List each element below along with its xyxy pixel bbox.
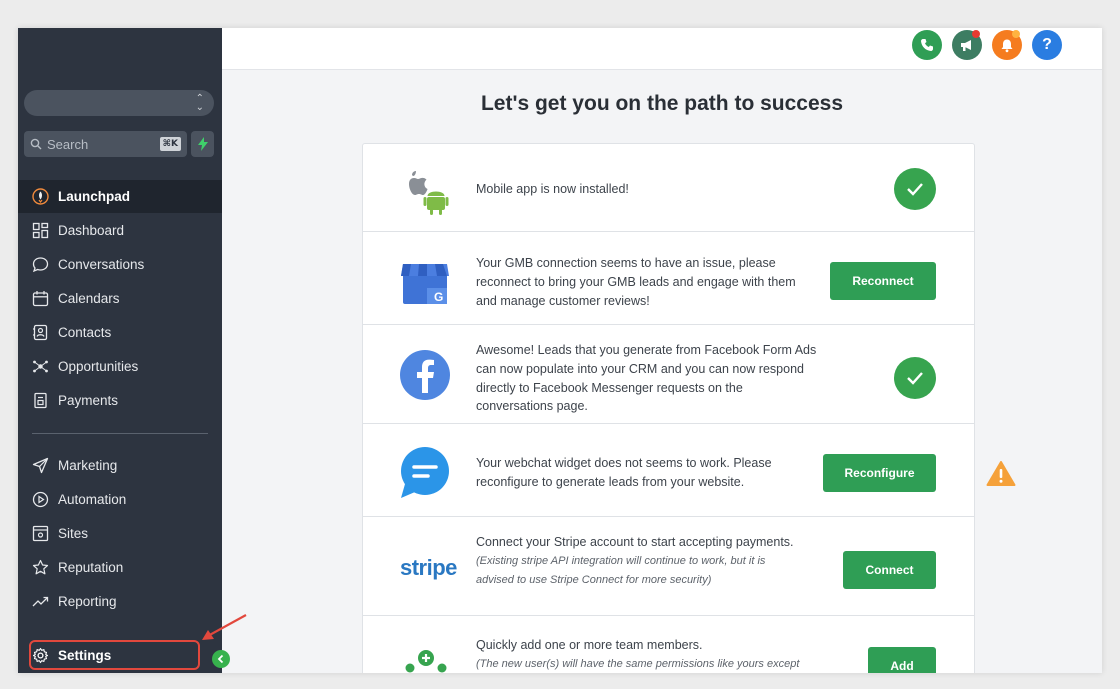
- sidebar-item-label: Opportunities: [58, 359, 139, 374]
- checklist-item-main-text: Quickly add one or more team members.: [476, 638, 703, 652]
- team-members-icon: [405, 650, 447, 673]
- sidebar-item-reporting[interactable]: Reporting: [18, 585, 222, 618]
- dashboard-icon: [32, 222, 49, 239]
- sidebar-item-payments[interactable]: Payments: [18, 384, 222, 417]
- sidebar-item-label: Launchpad: [58, 189, 131, 204]
- page-title: Let's get you on the path to success: [480, 92, 844, 115]
- notification-dot: [1012, 30, 1020, 38]
- phone-icon: [921, 39, 933, 51]
- announcements-button[interactable]: [952, 30, 982, 60]
- chevron-left-icon: [217, 654, 224, 664]
- calendar-icon: [32, 291, 49, 307]
- send-icon: [32, 457, 49, 474]
- sidebar-item-label: Payments: [58, 393, 119, 408]
- sidebar-collapse-button[interactable]: [212, 650, 230, 668]
- reconfigure-button[interactable]: Reconfigure: [823, 454, 936, 492]
- trend-icon: [32, 596, 49, 607]
- sidebar-item-label: Contacts: [58, 325, 112, 340]
- checklist-item-text: Quickly add one or more team members. (T…: [476, 636, 836, 673]
- sidebar: ⌃ ⌄ Search ⌘K Launchpad Dashboard Conver…: [18, 28, 222, 673]
- google-my-business-icon: G: [401, 264, 449, 304]
- checklist-item-note: (The new user(s) will have the same perm…: [476, 657, 800, 670]
- sidebar-item-label: Reporting: [58, 594, 117, 609]
- chat-widget-icon: [401, 447, 449, 498]
- lightning-icon: [197, 137, 208, 151]
- annotation-arrow-icon: [202, 614, 247, 640]
- sidebar-item-reputation[interactable]: Reputation: [18, 551, 222, 584]
- sidebar-item-opportunities[interactable]: Opportunities: [18, 350, 222, 383]
- phone-button[interactable]: [912, 30, 942, 60]
- checklist-item-facebook: Awesome! Leads that you generate from Fa…: [363, 325, 974, 424]
- completed-badge: [894, 168, 936, 210]
- star-icon: [32, 559, 49, 575]
- megaphone-icon: [961, 40, 971, 51]
- sidebar-item-label: Calendars: [58, 291, 120, 306]
- sidebar-item-contacts[interactable]: Contacts: [18, 316, 222, 349]
- checklist-item-webchat: Your webchat widget does not seems to wo…: [363, 424, 974, 517]
- add-team-member-button[interactable]: Add: [868, 647, 936, 673]
- search-shortcut-badge: ⌘K: [159, 137, 181, 151]
- notification-dot: [972, 30, 980, 38]
- apple-android-icon: [409, 171, 449, 215]
- reconnect-button[interactable]: Reconnect: [830, 262, 936, 300]
- facebook-icon: [400, 350, 450, 400]
- checklist-item-text: Connect your Stripe account to start acc…: [476, 533, 806, 589]
- completed-badge: [894, 357, 936, 399]
- play-circle-icon: [32, 491, 49, 508]
- opportunities-icon: [33, 360, 48, 373]
- sidebar-item-label: Sites: [58, 526, 89, 541]
- sidebar-divider: [32, 433, 208, 434]
- sidebar-item-sites[interactable]: Sites: [18, 517, 222, 550]
- help-button[interactable]: ?: [1032, 30, 1062, 60]
- checklist-item-text: Awesome! Leads that you generate from Fa…: [476, 343, 817, 414]
- sidebar-item-marketing[interactable]: Marketing: [18, 449, 222, 482]
- contacts-icon: [33, 324, 48, 341]
- annotation-highlight-box: [29, 640, 200, 670]
- search-placeholder: Search: [47, 136, 89, 152]
- onboarding-checklist: Mobile app is now installed! G Your GMB …: [362, 143, 975, 673]
- sidebar-item-automation[interactable]: Automation: [18, 483, 222, 516]
- sites-icon: [32, 525, 49, 542]
- checklist-item-text: Mobile app is now installed!: [476, 182, 629, 196]
- sidebar-item-launchpad[interactable]: Launchpad: [18, 180, 222, 213]
- quick-actions-button[interactable]: [191, 131, 214, 157]
- search-icon: [30, 138, 42, 150]
- checklist-item-stripe: stripe Connect your Stripe account to st…: [363, 517, 974, 616]
- sidebar-item-label: Reputation: [58, 560, 124, 575]
- app-window: ⌃ ⌄ Search ⌘K Launchpad Dashboard Conver…: [18, 28, 1102, 673]
- payments-icon: [34, 392, 47, 409]
- checklist-item-gmb: G Your GMB connection seems to have an i…: [363, 232, 974, 325]
- launchpad-icon: [32, 188, 49, 205]
- connect-stripe-button[interactable]: Connect: [843, 551, 936, 589]
- checklist-item-text: Your webchat widget does not seems to wo…: [476, 456, 772, 489]
- sidebar-item-label: Automation: [58, 492, 127, 507]
- notifications-button[interactable]: [992, 30, 1022, 60]
- checklist-item-note: (Existing stripe API integration will co…: [476, 554, 766, 586]
- sidebar-item-label: Conversations: [58, 257, 145, 272]
- checklist-item-text: Your GMB connection seems to have an iss…: [476, 256, 796, 308]
- bell-icon: [1001, 39, 1013, 52]
- sidebar-item-label: Dashboard: [58, 223, 125, 238]
- checklist-item-main-text: Connect your Stripe account to start acc…: [476, 535, 794, 549]
- top-bar: ?: [222, 28, 1102, 70]
- sidebar-item-conversations[interactable]: Conversations: [18, 248, 222, 281]
- checkmark-icon: [907, 183, 923, 196]
- stripe-logo: stripe: [400, 555, 457, 580]
- warning-icon: [986, 461, 1016, 486]
- chat-bubble-icon: [32, 257, 49, 273]
- search-input[interactable]: Search ⌘K: [24, 131, 187, 157]
- svg-text:G: G: [434, 290, 443, 304]
- help-icon: ?: [1042, 36, 1052, 53]
- checklist-item-team: Quickly add one or more team members. (T…: [363, 616, 974, 673]
- sidebar-item-dashboard[interactable]: Dashboard: [18, 214, 222, 247]
- checkmark-icon: [907, 372, 923, 385]
- checklist-item-mobile-app: Mobile app is now installed!: [363, 144, 974, 232]
- sidebar-item-label: Marketing: [58, 458, 118, 473]
- sidebar-item-calendars[interactable]: Calendars: [18, 282, 222, 315]
